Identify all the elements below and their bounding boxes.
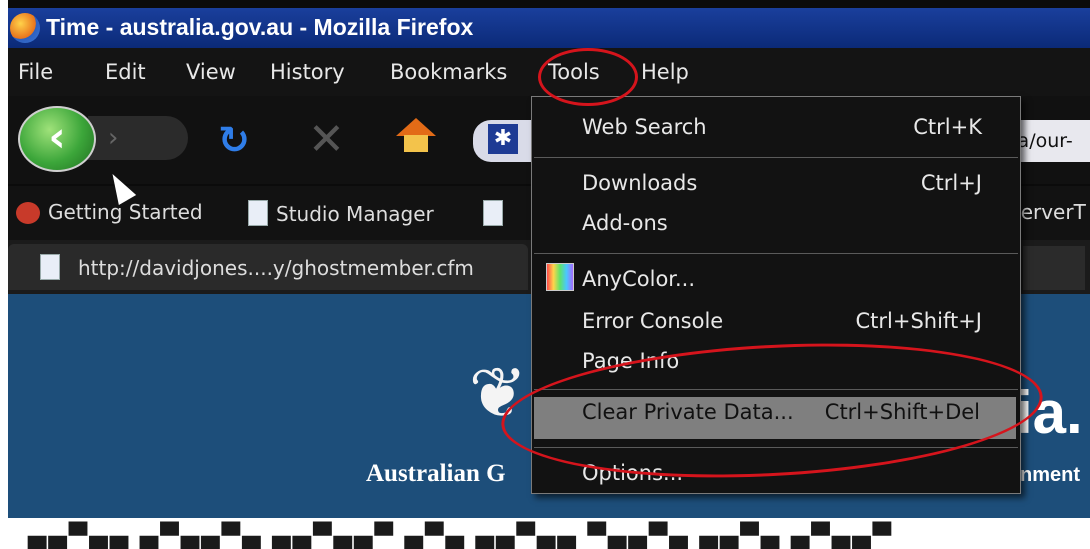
reload-icon[interactable]: ↻	[218, 118, 250, 162]
stop-icon[interactable]: ✕	[308, 114, 345, 165]
tab-ghostmember[interactable]: http://davidjones....y/ghostmember.cfm	[8, 244, 528, 290]
menu-separator	[534, 157, 1018, 158]
menu-item-downloads[interactable]: Downloads Ctrl+J	[572, 165, 1012, 201]
bookmark-label: Getting Started	[48, 200, 203, 224]
menu-item-label: Add-ons	[582, 211, 668, 235]
anycolor-icon	[546, 263, 574, 291]
menu-item-add-ons[interactable]: Add-ons	[572, 205, 1012, 241]
page-icon	[40, 254, 60, 280]
menu-item-label: AnyColor...	[582, 267, 696, 291]
site-heading: Australian G	[366, 460, 506, 487]
menu-item-shortcut: Ctrl+Shift+J	[855, 309, 982, 333]
menu-item-label: Error Console	[582, 309, 724, 333]
firefox-window: Time - australia.gov.au - Mozilla Firefo…	[8, 0, 1090, 549]
forward-button[interactable]: ›	[88, 116, 188, 160]
site-favicon-icon: ✱	[488, 124, 518, 154]
tab-list-button[interactable]	[1023, 246, 1085, 290]
window-title: Time - australia.gov.au - Mozilla Firefo…	[46, 14, 474, 40]
home-icon[interactable]	[396, 118, 436, 152]
menu-item-shortcut: Ctrl+K	[913, 115, 982, 139]
site-heading-right: nment	[1020, 464, 1080, 486]
menu-edit[interactable]: Edit	[105, 60, 146, 84]
menu-bookmarks[interactable]: Bookmarks	[390, 60, 507, 84]
title-bar: Time - australia.gov.au - Mozilla Firefo…	[8, 8, 1090, 48]
blurred-text: ▄▄▀▄▄ ▄▀▄▄▀▄ ▄▄▀▄▄▀ ▄▀▄ ▄▄▀▄▄ ▀▄▄▀▄ ▄▄▀▄…	[28, 522, 894, 549]
bookmark-label: Studio Manager	[276, 202, 434, 226]
menu-separator	[534, 253, 1018, 254]
firefox-icon	[10, 13, 40, 43]
menu-item-anycolor[interactable]: AnyColor...	[572, 261, 1012, 297]
menu-item-label: Web Search	[582, 115, 707, 139]
menu-file[interactable]: File	[18, 60, 53, 84]
firefox-bookmark-icon	[16, 202, 40, 224]
menu-item-label: Downloads	[582, 171, 698, 195]
bookmark-studio-manager[interactable]: Studio Manager	[248, 200, 434, 226]
menu-item-web-search[interactable]: Web Search Ctrl+K	[572, 109, 1012, 145]
back-button[interactable]: ‹	[18, 106, 96, 172]
menu-view[interactable]: View	[186, 60, 236, 84]
tab-label: http://davidjones....y/ghostmember.cfm	[78, 256, 474, 280]
page-icon	[248, 200, 268, 226]
menu-history[interactable]: History	[270, 60, 345, 84]
menu-item-error-console[interactable]: Error Console Ctrl+Shift+J	[572, 303, 1012, 339]
bookmark-partial[interactable]	[483, 200, 511, 226]
tools-annotation-circle	[538, 48, 638, 106]
menu-item-shortcut: Ctrl+J	[920, 171, 982, 195]
bookmark-getting-started[interactable]: Getting Started	[16, 200, 203, 224]
page-icon	[483, 200, 503, 226]
menu-help[interactable]: Help	[641, 60, 689, 84]
page-bottom-strip: ▄▄▀▄▄ ▄▀▄▄▀▄ ▄▄▀▄▄▀ ▄▀▄ ▄▄▀▄▄ ▀▄▄▀▄ ▄▄▀▄…	[8, 518, 1090, 549]
